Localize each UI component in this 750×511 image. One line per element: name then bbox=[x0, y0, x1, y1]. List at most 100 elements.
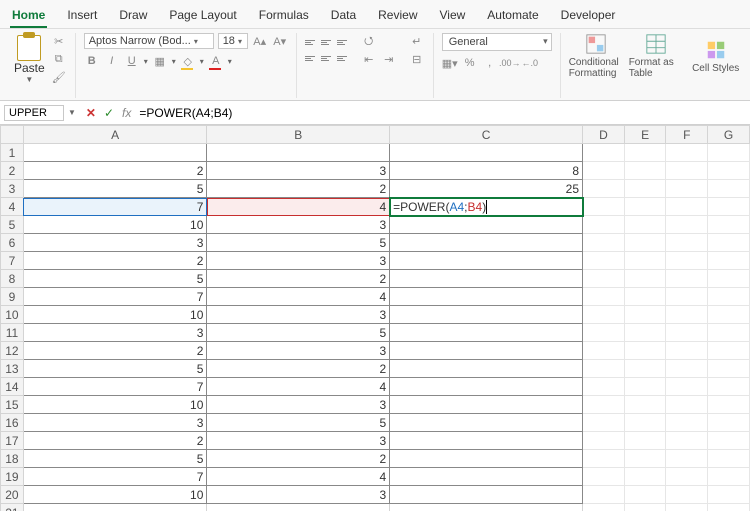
cell-C5[interactable] bbox=[390, 216, 583, 234]
tab-draw[interactable]: Draw bbox=[117, 4, 149, 28]
formula-input[interactable] bbox=[137, 104, 750, 122]
row-header-21[interactable]: 21 bbox=[1, 504, 24, 511]
cell-A9[interactable]: 7 bbox=[23, 288, 207, 306]
row-header-19[interactable]: 19 bbox=[1, 468, 24, 486]
row-header-16[interactable]: 16 bbox=[1, 414, 24, 432]
cell-B3[interactable]: 2 bbox=[207, 180, 390, 198]
cell-F17[interactable] bbox=[666, 432, 708, 450]
cell-E18[interactable] bbox=[624, 450, 666, 468]
tab-data[interactable]: Data bbox=[329, 4, 358, 28]
row-header-15[interactable]: 15 bbox=[1, 396, 24, 414]
cell-E12[interactable] bbox=[624, 342, 666, 360]
fill-color-icon[interactable]: ◇ bbox=[180, 53, 196, 69]
cell-D20[interactable] bbox=[583, 486, 625, 504]
cell-C18[interactable] bbox=[390, 450, 583, 468]
cell-B15[interactable]: 3 bbox=[207, 396, 390, 414]
format-painter-icon[interactable]: 🖌 bbox=[51, 69, 67, 85]
row-header-7[interactable]: 7 bbox=[1, 252, 24, 270]
cell-A20[interactable]: 10 bbox=[23, 486, 207, 504]
cell-A21[interactable] bbox=[23, 504, 207, 511]
cell-C2[interactable]: 8 bbox=[390, 162, 583, 180]
cell-F7[interactable] bbox=[666, 252, 708, 270]
chevron-down-icon[interactable]: ▼ bbox=[68, 108, 76, 117]
cell-F13[interactable] bbox=[666, 360, 708, 378]
cell-B21[interactable] bbox=[207, 504, 390, 511]
cell-D9[interactable] bbox=[583, 288, 625, 306]
row-header-14[interactable]: 14 bbox=[1, 378, 24, 396]
cell-E16[interactable] bbox=[624, 414, 666, 432]
cell-A14[interactable]: 7 bbox=[23, 378, 207, 396]
cell-D11[interactable] bbox=[583, 324, 625, 342]
cell-B14[interactable]: 4 bbox=[207, 378, 390, 396]
row-header-20[interactable]: 20 bbox=[1, 486, 24, 504]
cell-E10[interactable] bbox=[624, 306, 666, 324]
cell-A3[interactable]: 5 bbox=[23, 180, 207, 198]
cell-D6[interactable] bbox=[583, 234, 625, 252]
cut-icon[interactable]: ✂ bbox=[51, 33, 67, 49]
cell-E20[interactable] bbox=[624, 486, 666, 504]
cell-F8[interactable] bbox=[666, 270, 708, 288]
cell-G13[interactable] bbox=[708, 360, 750, 378]
cell-G11[interactable] bbox=[708, 324, 750, 342]
column-header-D[interactable]: D bbox=[583, 126, 625, 144]
cell-G18[interactable] bbox=[708, 450, 750, 468]
underline-button[interactable]: U bbox=[124, 53, 140, 69]
cell-B19[interactable]: 4 bbox=[207, 468, 390, 486]
column-header-A[interactable]: A bbox=[23, 126, 207, 144]
tab-formulas[interactable]: Formulas bbox=[257, 4, 311, 28]
cell-F21[interactable] bbox=[666, 504, 708, 511]
cell-F11[interactable] bbox=[666, 324, 708, 342]
name-box[interactable] bbox=[4, 105, 64, 121]
cell-C6[interactable] bbox=[390, 234, 583, 252]
cell-C19[interactable] bbox=[390, 468, 583, 486]
cell-E14[interactable] bbox=[624, 378, 666, 396]
cell-E8[interactable] bbox=[624, 270, 666, 288]
cell-D21[interactable] bbox=[583, 504, 625, 511]
cell-E7[interactable] bbox=[624, 252, 666, 270]
comma-format-icon[interactable]: , bbox=[482, 55, 498, 71]
cell-A5[interactable]: 10 bbox=[23, 216, 207, 234]
confirm-formula-button[interactable]: ✓ bbox=[100, 106, 118, 120]
cell-E2[interactable] bbox=[624, 162, 666, 180]
cell-C12[interactable] bbox=[390, 342, 583, 360]
cell-B4[interactable]: 4 bbox=[207, 198, 390, 216]
cell-G7[interactable] bbox=[708, 252, 750, 270]
cell-G20[interactable] bbox=[708, 486, 750, 504]
cell-C10[interactable] bbox=[390, 306, 583, 324]
cell-G4[interactable] bbox=[708, 198, 750, 216]
cell-B10[interactable]: 3 bbox=[207, 306, 390, 324]
cell-A18[interactable]: 5 bbox=[23, 450, 207, 468]
cell-G15[interactable] bbox=[708, 396, 750, 414]
cell-G16[interactable] bbox=[708, 414, 750, 432]
cell-B7[interactable]: 3 bbox=[207, 252, 390, 270]
row-header-13[interactable]: 13 bbox=[1, 360, 24, 378]
cell-G1[interactable] bbox=[708, 144, 750, 162]
chevron-down-icon[interactable]: ▾ bbox=[200, 57, 204, 66]
decrease-indent-icon[interactable]: ⇤ bbox=[361, 51, 377, 67]
cell-A8[interactable]: 5 bbox=[23, 270, 207, 288]
cell-B13[interactable]: 2 bbox=[207, 360, 390, 378]
cell-A19[interactable]: 7 bbox=[23, 468, 207, 486]
column-header-G[interactable]: G bbox=[708, 126, 750, 144]
cell-A11[interactable]: 3 bbox=[23, 324, 207, 342]
cell-A17[interactable]: 2 bbox=[23, 432, 207, 450]
cell-D2[interactable] bbox=[583, 162, 625, 180]
increase-decimal-icon[interactable]: .00→ bbox=[502, 55, 518, 71]
cell-D4[interactable] bbox=[583, 198, 625, 216]
percent-format-icon[interactable]: % bbox=[462, 55, 478, 71]
cell-C21[interactable] bbox=[390, 504, 583, 511]
cell-A4[interactable]: 7 bbox=[23, 198, 207, 216]
cell-B5[interactable]: 3 bbox=[207, 216, 390, 234]
cell-F6[interactable] bbox=[666, 234, 708, 252]
cell-G19[interactable] bbox=[708, 468, 750, 486]
cell-E1[interactable] bbox=[624, 144, 666, 162]
cell-F16[interactable] bbox=[666, 414, 708, 432]
accounting-format-icon[interactable]: ▦▾ bbox=[442, 55, 458, 71]
increase-indent-icon[interactable]: ⇥ bbox=[381, 51, 397, 67]
cell-F2[interactable] bbox=[666, 162, 708, 180]
tab-view[interactable]: View bbox=[438, 4, 468, 28]
cell-G14[interactable] bbox=[708, 378, 750, 396]
font-color-icon[interactable]: A bbox=[208, 53, 224, 69]
cell-G5[interactable] bbox=[708, 216, 750, 234]
cell-B17[interactable]: 3 bbox=[207, 432, 390, 450]
